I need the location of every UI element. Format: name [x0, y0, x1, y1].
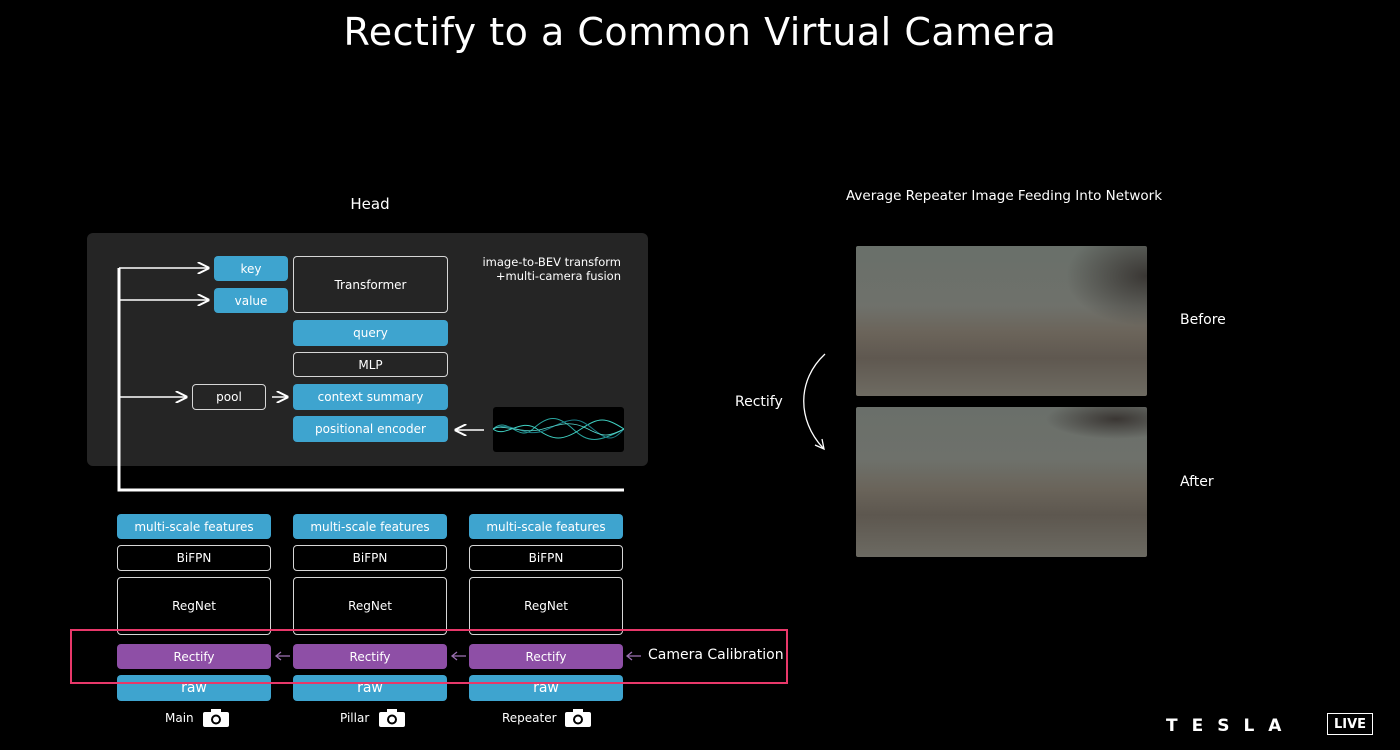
- regnet-box: RegNet: [117, 577, 271, 635]
- camera-label: Repeater: [502, 711, 557, 725]
- camera-icon: [565, 709, 591, 727]
- before-label: Before: [1180, 312, 1226, 328]
- after-image: [856, 407, 1147, 557]
- bifpn-box: BiFPN: [117, 545, 271, 571]
- before-image: [856, 246, 1147, 396]
- live-badge: LIVE: [1327, 713, 1373, 735]
- camera-label: Main: [165, 711, 194, 725]
- camera-icon: [379, 709, 405, 727]
- multi-scale-features-box: multi-scale features: [469, 514, 623, 539]
- camera-calibration-label: Camera Calibration: [648, 647, 784, 663]
- regnet-box: RegNet: [293, 577, 447, 635]
- bifpn-box: BiFPN: [293, 545, 447, 571]
- camera-icon: [203, 709, 229, 727]
- bifpn-box: BiFPN: [469, 545, 623, 571]
- calibration-arrows: [274, 651, 641, 661]
- regnet-box: RegNet: [469, 577, 623, 635]
- multi-scale-features-box: multi-scale features: [117, 514, 271, 539]
- after-label: After: [1180, 474, 1214, 490]
- curved-arrow-icon: [803, 353, 826, 451]
- multi-scale-features-box: multi-scale features: [293, 514, 447, 539]
- head-connectors: [117, 0, 624, 492]
- tesla-logo: TESLA: [1166, 716, 1296, 736]
- right-panel-title: Average Repeater Image Feeding Into Netw…: [845, 188, 1163, 204]
- rectify-label: Rectify: [735, 394, 783, 410]
- camera-label: Pillar: [340, 711, 370, 725]
